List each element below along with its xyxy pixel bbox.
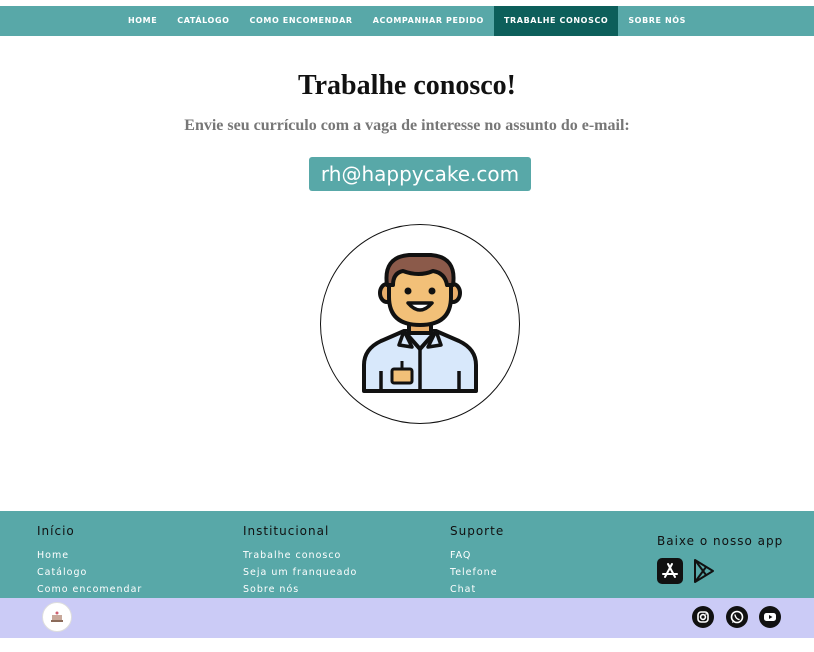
nav-sobre-nos[interactable]: SOBRE NÓS [618,6,696,36]
app-store-icon[interactable] [657,558,683,584]
footer-link-como-encomendar[interactable]: Como encomendar [37,584,142,595]
footer: Início Home Catálogo Como encomendar Ins… [0,511,814,598]
footer-column-inicio: Início Home Catálogo Como encomendar [37,524,142,601]
footer-link-chat[interactable]: Chat [450,584,504,595]
footer-heading-inicio: Início [37,524,75,538]
footer-link-home[interactable]: Home [37,550,142,561]
happycake-logo[interactable] [42,602,72,632]
avatar-frame [320,224,520,424]
nav-home[interactable]: HOME [118,6,167,36]
page-title: Trabalhe conosco! [297,70,517,101]
footer-link-catalogo[interactable]: Catálogo [37,567,142,578]
nav-catalogo[interactable]: CATÁLOGO [167,6,239,36]
app-store-links [657,558,717,584]
email-address[interactable]: rh@happycake.com [309,157,531,191]
footer-heading-suporte: Suporte [450,524,505,538]
page-subtitle: Envie seu currículo com a vaga de intere… [184,117,630,134]
whatsapp-icon[interactable] [726,606,748,628]
footer-app-section: Baixe o nosso app [657,534,784,584]
footer-link-sobre-nos[interactable]: Sobre nós [243,584,357,595]
footer-link-telefone[interactable]: Telefone [450,567,504,578]
nav-como-encomendar[interactable]: COMO ENCOMENDAR [240,6,363,36]
nav-trabalhe-conosco[interactable]: TRABALHE CONOSCO [493,6,619,36]
instagram-icon[interactable] [692,606,714,628]
footer-heading-institucional: Institucional [243,524,330,538]
cake-icon [51,611,63,622]
footer-heading-app: Baixe o nosso app [657,534,784,548]
footer-column-institucional: Institucional Trabalhe conosco Seja um f… [243,524,357,601]
footer-link-faq[interactable]: FAQ [450,550,504,561]
man-avatar-icon [362,253,478,393]
youtube-icon[interactable] [759,606,781,628]
nav-acompanhar-pedido[interactable]: ACOMPANHAR PEDIDO [363,6,494,36]
footer-column-suporte: Suporte FAQ Telefone Chat [450,524,504,601]
google-play-icon[interactable] [691,558,717,584]
footer-link-seja-franqueado[interactable]: Seja um franqueado [243,567,357,578]
footer-link-trabalhe-conosco[interactable]: Trabalhe conosco [243,550,357,561]
bottom-bar [0,598,814,638]
top-navigation: HOME CATÁLOGO COMO ENCOMENDAR ACOMPANHAR… [0,6,814,36]
main-content: Trabalhe conosco! Envie seu currículo co… [0,36,814,511]
